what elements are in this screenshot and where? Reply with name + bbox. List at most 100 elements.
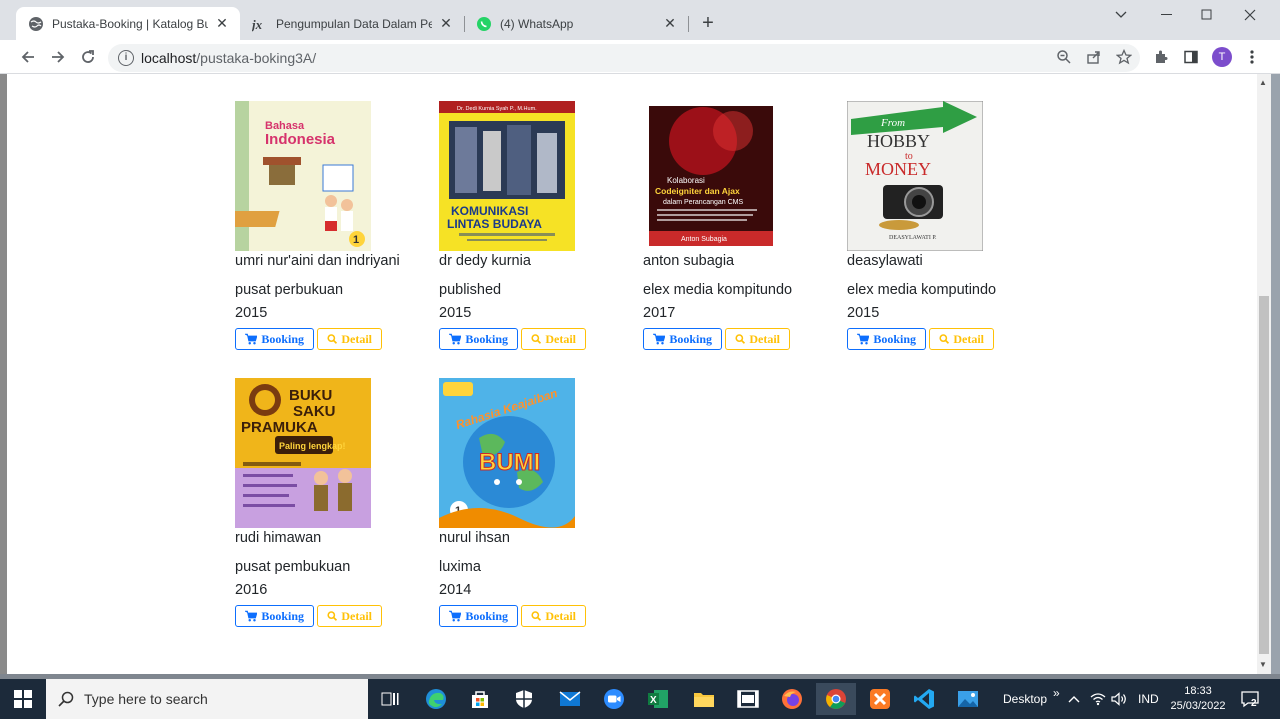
notification-center-icon[interactable]: 2 — [1240, 689, 1260, 709]
address-bar[interactable]: i localhost/pustaka-boking3A/ — [108, 44, 1140, 72]
tab-title: (4) WhatsApp — [500, 16, 574, 31]
detail-button[interactable]: Detail — [317, 328, 382, 350]
show-hidden-icons-chevron-icon[interactable] — [1068, 679, 1080, 719]
share-icon[interactable] — [1082, 45, 1106, 69]
detail-button[interactable]: Detail — [521, 328, 586, 350]
tab-whatsapp[interactable]: (4) WhatsApp ✕ — [464, 7, 688, 40]
firefox-icon[interactable] — [772, 683, 812, 715]
task-view-icon[interactable] — [370, 683, 410, 715]
booking-button[interactable]: Booking — [235, 328, 314, 350]
input-language[interactable]: IND — [1138, 679, 1159, 719]
side-panel-icon[interactable] — [1179, 45, 1203, 69]
search-icon — [939, 334, 950, 344]
scroll-up-arrow-icon[interactable]: ▲ — [1259, 78, 1267, 87]
site-info-icon[interactable]: i — [118, 50, 134, 66]
photos-icon[interactable] — [948, 683, 988, 715]
detail-button[interactable]: Detail — [521, 605, 586, 627]
tab-title: Pustaka-Booking | Katalog Buku — [52, 16, 208, 31]
book-year: 2015 — [847, 305, 880, 321]
svg-text:Codeigniter dan Ajax: Codeigniter dan Ajax — [655, 186, 740, 196]
book-year: 2015 — [439, 305, 472, 321]
svg-text:BUMI: BUMI — [479, 449, 540, 476]
svg-text:HOBBY: HOBBY — [867, 131, 930, 151]
close-tab-icon[interactable]: ✕ — [214, 15, 230, 32]
tab-title: Pengumpulan Data Dalam Peneliti — [276, 16, 432, 31]
reload-icon[interactable] — [76, 45, 100, 69]
book-cover[interactable]: Bahasa Indonesia 1 — [235, 101, 371, 251]
back-arrow-icon[interactable] — [16, 45, 40, 69]
cover-badge: 1 — [353, 234, 359, 246]
book-author: deasylawati — [847, 253, 923, 269]
profile-avatar[interactable]: T — [1212, 47, 1232, 67]
detail-button[interactable]: Detail — [929, 328, 994, 350]
book-cover[interactable]: Dr. Dedi Kurnia Syah P., M.Hum. KOMUNIKA… — [439, 101, 575, 251]
booking-button[interactable]: Booking — [235, 605, 314, 627]
cover-sub-text: Paling lengkap! — [279, 441, 346, 451]
desktop-toolbar[interactable]: Desktop » — [1003, 679, 1060, 719]
windows-start-icon[interactable] — [0, 679, 46, 719]
xampp-icon[interactable] — [860, 683, 900, 715]
book-year: 2014 — [439, 582, 472, 598]
chevron-double-right-icon[interactable]: » — [1053, 686, 1060, 700]
book-author: nurul ihsan — [439, 530, 510, 546]
url-text: localhost/pustaka-boking3A/ — [141, 50, 317, 66]
svg-text:KOMUNIKASI: KOMUNIKASI — [451, 204, 528, 218]
tab-katalog-buku[interactable]: Pustaka-Booking | Katalog Buku ✕ — [16, 7, 240, 40]
volume-icon[interactable] — [1111, 679, 1127, 719]
booking-button[interactable]: Booking — [439, 328, 518, 350]
edge-browser-icon[interactable] — [416, 683, 456, 715]
microsoft-store-icon[interactable] — [460, 683, 500, 715]
search-icon — [58, 691, 74, 707]
excel-icon[interactable]: X — [638, 683, 678, 715]
detail-button[interactable]: Detail — [725, 328, 790, 350]
tab-search-chevron-icon[interactable] — [1098, 4, 1144, 26]
close-tab-icon[interactable]: ✕ — [662, 15, 678, 32]
windows-security-icon[interactable] — [504, 683, 544, 715]
new-tab-button[interactable]: + — [696, 12, 720, 36]
book-author: anton subagia — [643, 253, 735, 269]
close-tab-icon[interactable]: ✕ — [438, 15, 454, 32]
forward-arrow-icon[interactable] — [46, 45, 70, 69]
close-window-icon[interactable] — [1227, 4, 1273, 26]
vscode-icon[interactable] — [904, 683, 944, 715]
zoom-icon[interactable] — [1052, 45, 1076, 69]
wifi-icon[interactable] — [1090, 679, 1106, 719]
scroll-down-arrow-icon[interactable]: ▼ — [1259, 660, 1267, 669]
booking-button[interactable]: Booking — [643, 328, 722, 350]
taskbar-search-box[interactable]: Type here to search — [46, 679, 368, 719]
book-author: umri nur'aini dan indriyani — [235, 253, 400, 269]
booking-button[interactable]: Booking — [439, 605, 518, 627]
taskbar-clock[interactable]: 18:33 25/03/2022 — [1168, 684, 1228, 714]
jx-icon: jx — [252, 16, 268, 32]
book-cover[interactable]: BUKU SAKU PRAMUKA Paling lengkap! — [235, 378, 371, 528]
cart-icon — [245, 333, 258, 345]
cart-icon — [449, 610, 462, 622]
mail-icon[interactable] — [550, 683, 590, 715]
window-right-edge — [1271, 74, 1280, 674]
book-cover[interactable]: Kolaborasi Codeigniter dan Ajax dalam Pe… — [643, 101, 779, 251]
scrollbar-thumb[interactable] — [1259, 296, 1269, 654]
cart-icon — [245, 610, 258, 622]
booking-button[interactable]: Booking — [847, 328, 926, 350]
browser-toolbar: i localhost/pustaka-boking3A/ T — [0, 40, 1280, 74]
book-publisher: elex media kompitundo — [643, 282, 793, 298]
book-cover[interactable]: From HOBBY to MONEY DEASYLAWATI P. — [847, 101, 983, 251]
maximize-icon[interactable] — [1184, 4, 1230, 26]
zoom-app-icon[interactable] — [594, 683, 634, 715]
book-card: Rahasia Keajaiban BUMI 1 nurul ihsan lux… — [439, 378, 639, 627]
tab-pengumpulan-data[interactable]: jx Pengumpulan Data Dalam Peneliti ✕ — [240, 7, 464, 40]
globe-icon — [28, 16, 44, 32]
book-publisher: luxima — [439, 559, 481, 575]
file-explorer-icon[interactable] — [684, 683, 724, 715]
media-player-icon[interactable] — [728, 683, 768, 715]
book-cover[interactable]: Rahasia Keajaiban BUMI 1 — [439, 378, 575, 528]
detail-button[interactable]: Detail — [317, 605, 382, 627]
search-icon — [327, 334, 338, 344]
svg-text:Kolaborasi: Kolaborasi — [667, 176, 705, 185]
chrome-icon[interactable] — [816, 683, 856, 715]
book-card: Kolaborasi Codeigniter dan Ajax dalam Pe… — [643, 101, 843, 350]
extensions-puzzle-icon[interactable] — [1149, 45, 1173, 69]
bookmark-star-icon[interactable] — [1112, 45, 1136, 69]
menu-kebab-icon[interactable] — [1240, 45, 1264, 69]
browser-chrome: Pustaka-Booking | Katalog Buku ✕ jx Peng… — [0, 0, 1280, 74]
